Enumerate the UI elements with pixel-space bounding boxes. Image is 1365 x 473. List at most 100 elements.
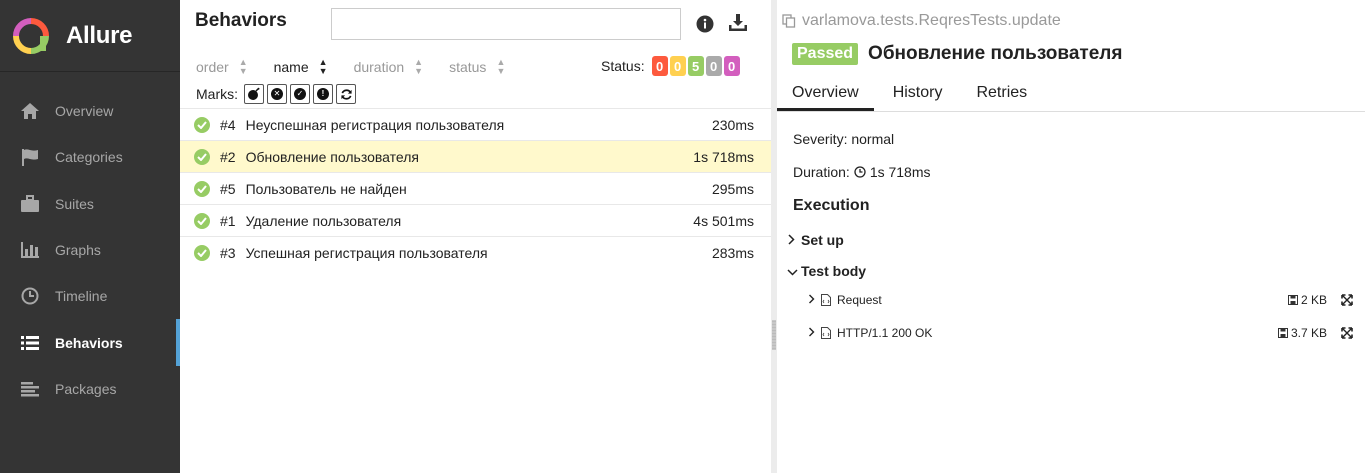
test-fullname-text: varlamova.tests.ReqresTests.update — [802, 12, 1061, 29]
chevron-right-icon — [787, 232, 799, 248]
sidebar-item-label: Packages — [55, 380, 117, 397]
sidebar-item-label: Suites — [55, 195, 94, 212]
sort-icon: ▲ ▼ — [238, 57, 248, 76]
mark-new-failed-button[interactable]: ✕ — [267, 84, 287, 104]
test-duration: 230ms — [711, 116, 754, 133]
sidebar-item-label: Behaviors — [55, 334, 123, 351]
attachment-size: 3.7 KB — [1277, 326, 1327, 340]
step-test-body[interactable]: Test body — [787, 263, 866, 279]
tab-history[interactable]: History — [878, 74, 958, 111]
info-icon[interactable] — [696, 15, 714, 33]
sort-name[interactable]: name ▲ ▼ — [274, 58, 328, 76]
status-count-broken[interactable]: 0 — [669, 56, 686, 76]
marks-filter: Marks: ✕ ✓ ! — [196, 84, 356, 104]
step-setup[interactable]: Set up — [787, 232, 844, 248]
execution-title: Execution — [793, 197, 870, 214]
test-name: Удаление пользователя — [245, 212, 402, 229]
expand-icon[interactable] — [1341, 326, 1353, 339]
floppy-disk-icon — [1287, 294, 1298, 305]
table-row[interactable]: #2 Обновление пользователя 1s 718ms — [180, 140, 771, 172]
mark-new-passed-button[interactable]: ✓ — [290, 84, 310, 104]
test-title-row: Passed Обновление пользователя — [792, 43, 1122, 65]
refresh-icon — [340, 88, 352, 100]
sort-duration[interactable]: duration ▲ ▼ — [354, 58, 424, 76]
sidebar-item-label: Categories — [55, 149, 123, 166]
severity-label: Severity: normal — [793, 131, 895, 147]
tab-retries[interactable]: Retries — [961, 74, 1042, 111]
mark-retries-button[interactable] — [336, 84, 356, 104]
table-row[interactable]: #1 Удаление пользователя 4s 501ms — [180, 204, 771, 236]
sidebar-item-label: Overview — [55, 103, 114, 120]
test-name: Успешная регистрация пользователя — [245, 244, 488, 261]
sort-order[interactable]: order ▲ ▼ — [196, 58, 248, 76]
marks-label: Marks: — [196, 86, 238, 102]
sidebar-item-categories[interactable]: Categories — [0, 134, 180, 180]
sidebar-item-packages[interactable]: Packages — [0, 366, 180, 412]
sort-status[interactable]: status ▲ ▼ — [449, 58, 505, 76]
attachment-name: Request — [837, 292, 882, 307]
chevron-down-icon — [787, 263, 799, 279]
details-tabs: Overview History Retries — [777, 74, 1365, 112]
search-input[interactable] — [331, 8, 681, 40]
check-circle-icon: ✓ — [294, 88, 306, 100]
splitter-grip-icon — [772, 320, 776, 350]
file-code-icon — [821, 326, 831, 339]
behaviors-pane: Behaviors order ▲ ▼ name ▲ ▼ duration ▲ ▼ s… — [180, 0, 771, 473]
list-icon — [19, 333, 41, 353]
test-duration: 295ms — [711, 180, 754, 197]
briefcase-icon — [19, 194, 41, 214]
passed-check-icon — [194, 244, 210, 261]
exclamation-circle-icon: ! — [317, 88, 329, 100]
allure-logo-icon — [13, 17, 49, 54]
copy-icon — [782, 14, 796, 28]
step-label: Test body — [801, 263, 867, 279]
sort-label: name — [273, 59, 309, 75]
table-row[interactable]: #3 Успешная регистрация пользователя 283… — [180, 236, 771, 268]
align-left-icon — [19, 379, 41, 399]
pane-title: Behaviors — [195, 10, 287, 31]
sidebar-item-behaviors[interactable]: Behaviors — [0, 319, 180, 367]
test-details-pane: varlamova.tests.ReqresTests.update Passe… — [777, 0, 1365, 473]
download-icon[interactable] — [728, 13, 748, 33]
test-fullname[interactable]: varlamova.tests.ReqresTests.update — [782, 12, 1061, 30]
sort-icon: ▲ ▼ — [496, 57, 506, 76]
sort-icon: ▲ ▼ — [414, 57, 424, 76]
status-count-passed[interactable]: 5 — [687, 56, 704, 76]
status-count-unknown[interactable]: 0 — [723, 56, 740, 76]
attachment-request[interactable]: Request 2 KB — [808, 292, 1353, 307]
passed-check-icon — [194, 212, 210, 229]
sidebar-item-timeline[interactable]: Timeline — [0, 273, 180, 319]
test-list: #4 Неуспешная регистрация пользователя 2… — [180, 108, 771, 268]
attachment-http-response[interactable]: HTTP/1.1 200 OK 3.7 KB — [808, 325, 1353, 340]
sidebar-item-overview[interactable]: Overview — [0, 88, 180, 134]
step-label: Set up — [801, 232, 844, 248]
test-duration: 1s 718ms — [693, 148, 754, 165]
test-order: #1 — [220, 212, 236, 229]
test-duration: 4s 501ms — [693, 212, 754, 229]
mark-new-broken-button[interactable]: ! — [313, 84, 333, 104]
duration-line: Duration: 1s 718ms — [793, 164, 931, 180]
table-row[interactable]: #5 Пользователь не найден 295ms — [180, 172, 771, 204]
sidebar-item-label: Timeline — [55, 288, 108, 305]
floppy-disk-icon — [1277, 327, 1288, 338]
brand-name: Allure — [66, 21, 133, 49]
expand-icon[interactable] — [1341, 293, 1353, 306]
test-order: #4 — [220, 116, 236, 133]
brand[interactable]: Allure — [0, 0, 180, 72]
bar-chart-icon — [19, 240, 41, 260]
file-code-icon — [821, 293, 831, 306]
status-count-failed[interactable]: 0 — [651, 56, 668, 76]
test-duration: 283ms — [711, 244, 754, 261]
sidebar-item-graphs[interactable]: Graphs — [0, 227, 180, 273]
mark-flaky-button[interactable] — [244, 84, 264, 104]
attachment-name: HTTP/1.1 200 OK — [837, 325, 933, 340]
duration-label: Duration: — [793, 164, 850, 180]
sidebar-item-suites[interactable]: Suites — [0, 181, 180, 227]
sidebar-nav: Overview Categories Suites Graphs Timeli… — [0, 88, 180, 412]
test-order: #2 — [220, 148, 236, 165]
tab-overview[interactable]: Overview — [777, 74, 874, 111]
status-filter: Status: 0 0 5 0 0 — [601, 56, 740, 76]
duration-value: 1s 718ms — [869, 164, 931, 180]
table-row[interactable]: #4 Неуспешная регистрация пользователя 2… — [180, 108, 771, 140]
status-count-skipped[interactable]: 0 — [705, 56, 722, 76]
